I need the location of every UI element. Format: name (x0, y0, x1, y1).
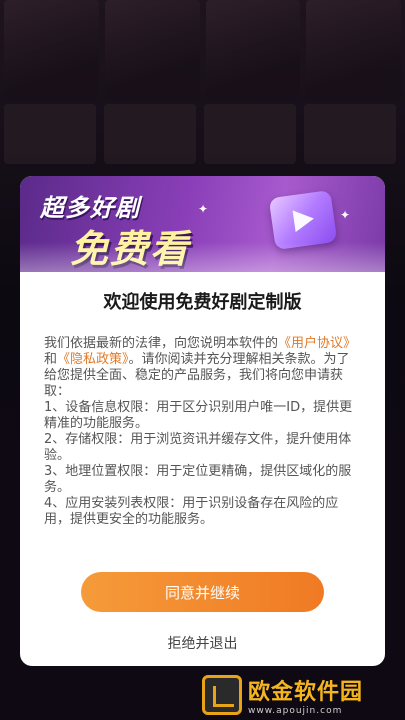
watermark-logo-icon (202, 675, 242, 715)
play-video-icon (268, 189, 338, 251)
banner-subheadline: 免费看 (70, 227, 191, 271)
intro-and: 和 (44, 352, 58, 367)
intro-paragraph: 我们依据最新的法律，向您说明本软件的《用户协议》和《隐私政策》。请你阅读并充分理… (44, 336, 361, 400)
permission-item: 4、应用安装列表权限：用于识别设备存在风险的应用，提供更安全的功能服务。 (44, 496, 339, 527)
watermark-text: 欧金软件园 www.apoujin.com (248, 674, 363, 716)
sparkle-icon: ✦ (340, 208, 351, 222)
permission-item: 2、存储权限：用于浏览资讯并缓存文件，提升使用体验。 (44, 432, 352, 463)
permission-item: 3、地理位置权限：用于定位更精确，提供区域化的服务。 (44, 464, 352, 495)
watermark-name: 欧金软件园 (248, 680, 364, 705)
privacy-policy-link[interactable]: 《隐私政策》 (57, 352, 129, 367)
privacy-dialog: 超多好剧 免费看 ✦ ✦ 欢迎使用免费好剧定制版 我们依据最新的法律，向您说明本… (20, 176, 385, 666)
agree-continue-button[interactable]: 同意并继续 (81, 572, 324, 612)
reject-exit-button[interactable]: 拒绝并退出 (20, 628, 385, 658)
sparkle-icon: ✦ (198, 202, 209, 216)
intro-text: 我们依据最新的法律，向您说明本软件的 (44, 336, 279, 351)
dialog-body: 我们依据最新的法律，向您说明本软件的《用户协议》和《隐私政策》。请你阅读并充分理… (20, 336, 385, 568)
watermark: 欧金软件园 www.apoujin.com (202, 672, 402, 718)
watermark-url: www.apoujin.com (248, 706, 343, 716)
user-agreement-link[interactable]: 《用户协议》 (278, 336, 356, 351)
permission-item: 1、设备信息权限：用于区分识别用户唯一ID，提供更精准的功能服务。 (44, 400, 353, 431)
dialog-title: 欢迎使用免费好剧定制版 (103, 292, 302, 313)
promo-banner: 超多好剧 免费看 ✦ ✦ (20, 176, 385, 272)
